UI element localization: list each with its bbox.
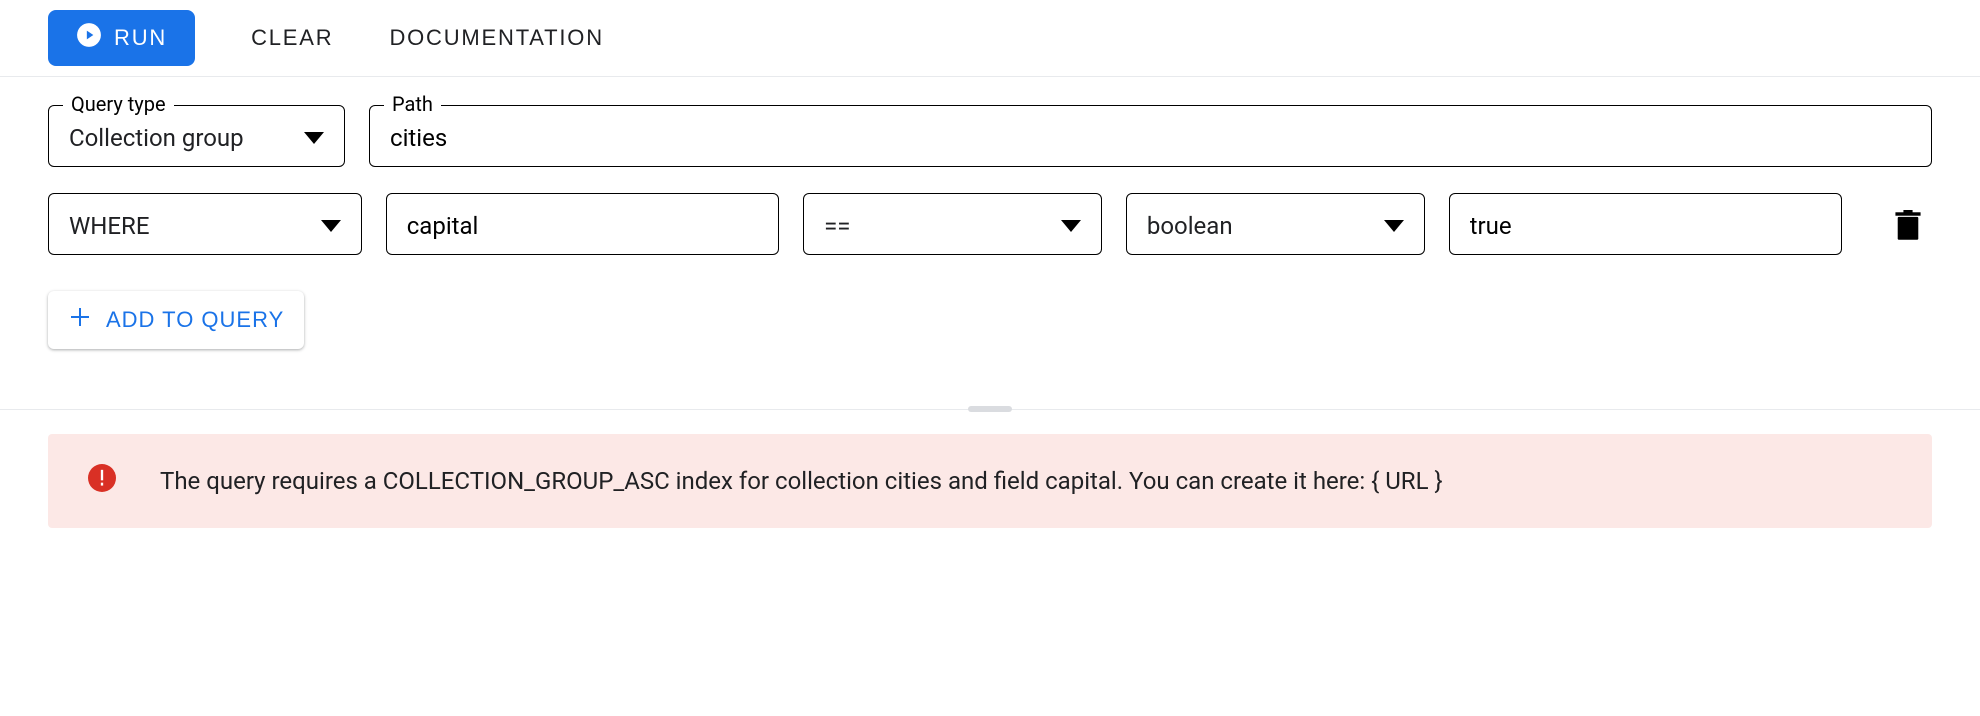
where-op-value: ==	[824, 212, 850, 240]
trash-icon	[1894, 210, 1922, 245]
query-type-select[interactable]: Collection group	[48, 105, 345, 167]
where-type-value: boolean	[1147, 212, 1233, 240]
chevron-down-icon	[1061, 220, 1081, 232]
delete-condition-button[interactable]	[1884, 200, 1932, 255]
plus-icon	[68, 305, 92, 335]
error-icon	[88, 464, 116, 498]
query-header-row: Collection group	[48, 105, 1932, 167]
chevron-down-icon	[304, 132, 324, 144]
where-row: WHERE == boolean	[48, 193, 1932, 255]
run-button[interactable]: RUN	[48, 10, 195, 66]
where-field-input-wrap[interactable]	[386, 193, 779, 255]
chevron-down-icon	[321, 220, 341, 232]
documentation-button[interactable]: DOCUMENTATION	[389, 25, 603, 51]
clause-value: WHERE	[69, 212, 149, 240]
where-value-input[interactable]	[1470, 212, 1821, 240]
chevron-down-icon	[1384, 220, 1404, 232]
add-to-query-button[interactable]: ADD TO QUERY	[48, 291, 304, 349]
add-to-query-label: ADD TO QUERY	[106, 307, 284, 333]
path-input-wrap[interactable]	[369, 105, 1932, 167]
error-message-text: The query requires a COLLECTION_GROUP_AS…	[160, 467, 1443, 495]
query-toolbar: RUN CLEAR DOCUMENTATION	[0, 0, 1980, 77]
where-op-select[interactable]: ==	[803, 193, 1102, 255]
play-circle-icon	[76, 22, 102, 54]
error-message-box: The query requires a COLLECTION_GROUP_AS…	[48, 434, 1932, 528]
clause-select[interactable]: WHERE	[48, 193, 362, 255]
where-field-input[interactable]	[407, 212, 758, 240]
query-builder: Collection group WHERE == boolean	[0, 77, 1980, 410]
run-label: RUN	[114, 25, 167, 51]
where-value-input-wrap[interactable]	[1449, 193, 1842, 255]
path-input[interactable]	[390, 124, 1911, 152]
result-panel: The query requires a COLLECTION_GROUP_AS…	[0, 410, 1980, 552]
query-type-value: Collection group	[69, 124, 244, 152]
clear-button[interactable]: CLEAR	[251, 25, 333, 51]
where-type-select[interactable]: boolean	[1126, 193, 1425, 255]
resize-handle[interactable]	[968, 406, 1012, 412]
